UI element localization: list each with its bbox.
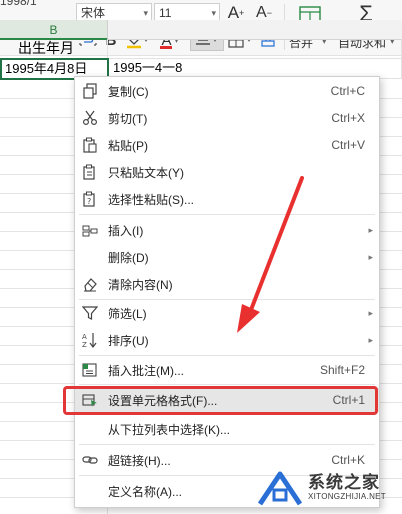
watermark-title: 系统之家 <box>308 473 380 492</box>
menu-separator <box>79 384 375 385</box>
menu-item-shortcut: Ctrl+V <box>331 138 365 152</box>
paste-text-icon <box>81 163 99 181</box>
paste-special-icon: ? <box>81 190 99 208</box>
copy-icon <box>81 82 99 100</box>
menu-item-cut[interactable]: 剪切(T) Ctrl+X <box>75 106 379 130</box>
context-menu: 复制(C) Ctrl+C 剪切(T) Ctrl+X 粘贴(P) Ctrl+V 只… <box>74 76 380 508</box>
submenu-arrow-icon: ▸ <box>368 224 373 235</box>
submenu-arrow-icon: ▸ <box>368 307 373 318</box>
menu-item-sort[interactable]: AZ 排序(U) ▸ <box>75 328 379 352</box>
filter-icon <box>81 304 99 322</box>
formula-bar-fragment: 1998/1 <box>0 0 37 8</box>
comment-icon <box>81 361 99 379</box>
menu-item-copy[interactable]: 复制(C) Ctrl+C <box>75 79 379 103</box>
menu-item-label: 剪切(T) <box>108 111 148 126</box>
menu-separator <box>79 355 375 356</box>
column-header-row: B <box>0 20 402 40</box>
menu-item-label: 只粘贴文本(Y) <box>108 165 184 180</box>
grid-cell[interactable] <box>108 39 402 59</box>
menu-item-delete[interactable]: 删除(D) ▸ <box>75 245 379 269</box>
menu-item-label: 清除内容(N) <box>108 277 173 292</box>
menu-item-filter[interactable]: 筛选(L) ▸ <box>75 301 379 325</box>
menu-separator <box>79 299 375 300</box>
svg-text:?: ? <box>87 197 91 206</box>
menu-item-label: 排序(U) <box>108 333 149 348</box>
menu-item-label: 定义名称(A)... <box>108 484 182 499</box>
menu-item-label: 从下拉列表中选择(K)... <box>108 422 230 437</box>
menu-item-label: 插入(I) <box>108 223 144 238</box>
paste-icon <box>81 136 99 154</box>
menu-item-label: 筛选(L) <box>108 306 147 321</box>
menu-item-pick-from-list[interactable]: 从下拉列表中选择(K)... <box>75 417 379 441</box>
menu-item-paste-text-only[interactable]: 只粘贴文本(Y) <box>75 160 379 184</box>
column-header-b[interactable]: B <box>0 20 108 40</box>
menu-item-shortcut: Ctrl+X <box>331 111 365 125</box>
menu-item-paste[interactable]: 粘贴(P) Ctrl+V <box>75 133 379 157</box>
menu-item-label: 删除(D) <box>108 250 149 265</box>
insert-icon <box>81 221 99 239</box>
link-icon <box>81 451 99 469</box>
menu-item-insert[interactable]: 插入(I) ▸ <box>75 218 379 242</box>
logo-icon <box>257 471 303 506</box>
menu-item-shortcut: Ctrl+C <box>330 84 365 98</box>
header-cell-birth-date[interactable]: 出生年月 <box>0 39 108 59</box>
watermark-subtitle: XITONGZHIJIA.NET <box>308 492 386 501</box>
highlight-box <box>63 386 378 415</box>
menu-item-label: 复制(C) <box>108 84 149 99</box>
site-watermark: 系统之家 XITONGZHIJIA.NET <box>252 464 402 512</box>
menu-separator <box>79 214 375 215</box>
menu-item-paste-special[interactable]: ? 选择性粘贴(S)... <box>75 187 379 211</box>
menu-item-label: 选择性粘贴(S)... <box>108 192 194 207</box>
font-name-value: 宋体 <box>81 6 106 20</box>
submenu-arrow-icon: ▸ <box>368 251 373 262</box>
eraser-icon <box>81 275 99 293</box>
menu-item-clear-contents[interactable]: 清除内容(N) <box>75 272 379 296</box>
submenu-arrow-icon: ▸ <box>368 334 373 345</box>
menu-item-label: 插入批注(M)... <box>108 363 184 378</box>
menu-item-label: 粘贴(P) <box>108 138 148 153</box>
menu-item-shortcut: Shift+F2 <box>319 363 365 377</box>
svg-text:A: A <box>82 333 87 341</box>
scissors-icon <box>81 109 99 127</box>
svg-text:Z: Z <box>82 341 87 348</box>
menu-item-insert-comment[interactable]: 插入批注(M)... Shift+F2 <box>75 358 379 382</box>
sort-icon: AZ <box>81 331 99 349</box>
menu-item-label: 超链接(H)... <box>108 453 171 468</box>
font-size-value: 11 <box>159 6 172 20</box>
menu-separator <box>79 444 375 445</box>
